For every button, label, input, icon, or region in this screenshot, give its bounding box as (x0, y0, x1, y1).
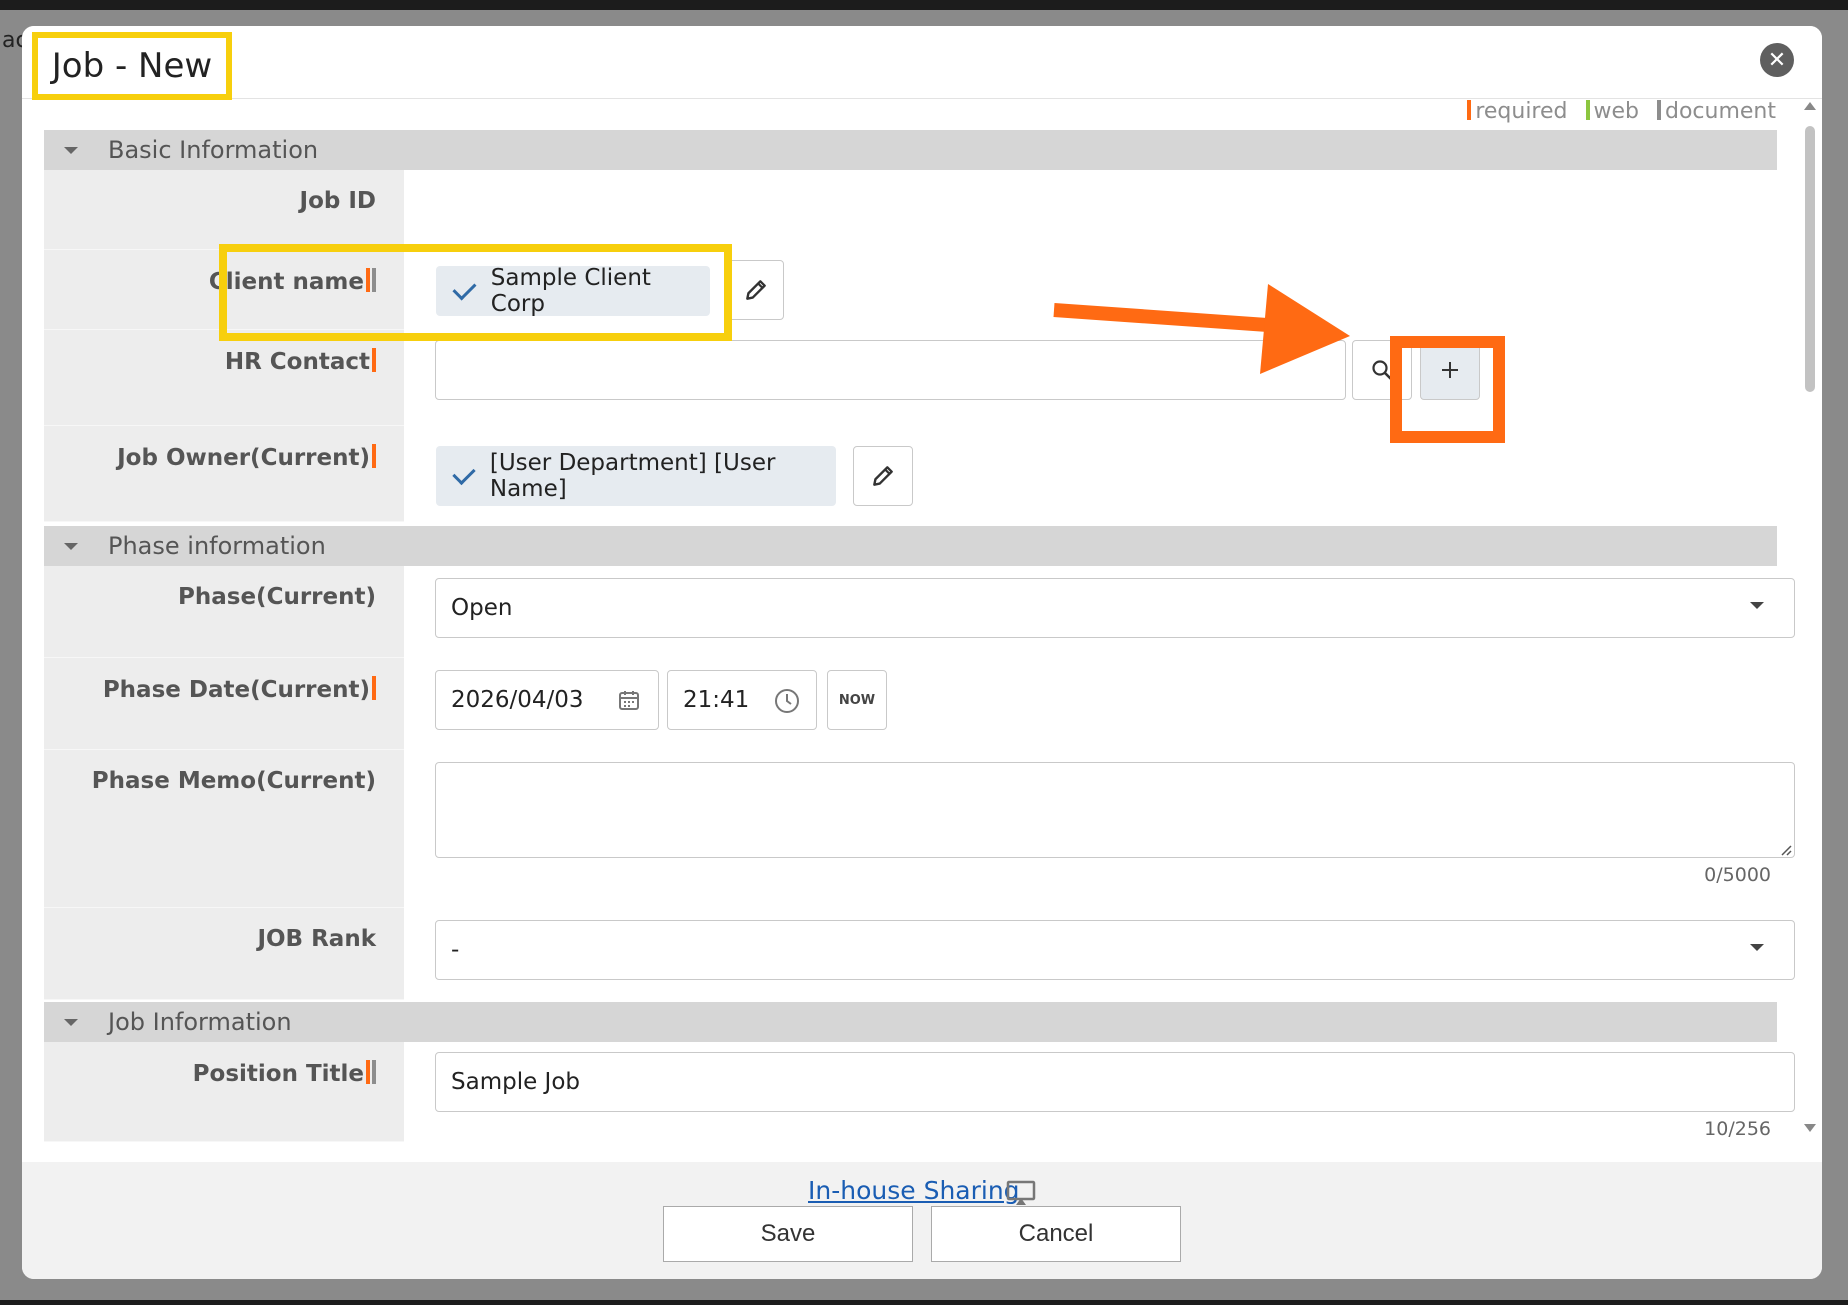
collapse-caret-icon (64, 146, 78, 154)
job-rank-label: JOB Rank (257, 926, 376, 952)
phase-time-value: 21:41 (683, 687, 750, 713)
position-title-counter: 10/256 (1704, 1118, 1771, 1140)
modal-header: Job - New ✕ (22, 26, 1822, 100)
required-marker (372, 676, 376, 700)
document-marker (372, 1060, 376, 1084)
collapse-caret-icon (64, 1018, 78, 1026)
job-rank-select[interactable]: - (435, 920, 1795, 980)
monitor-share-icon (1006, 1180, 1036, 1205)
vertical-scrollbar[interactable] (1802, 102, 1818, 1132)
client-name-highlight (219, 244, 732, 341)
chevron-down-icon (1750, 602, 1764, 609)
field-type-legend: required web document (1467, 99, 1776, 124)
scrollbar-thumb[interactable] (1805, 126, 1815, 392)
calendar-icon[interactable] (618, 689, 640, 711)
section-title: Job Information (108, 1008, 292, 1036)
phase-time-input[interactable]: 21:41 (667, 670, 817, 730)
phase-date-label: Phase Date(Current) (103, 676, 376, 703)
chevron-down-icon (1750, 944, 1764, 951)
phase-memo-counter: 0/5000 (1704, 864, 1771, 886)
hr-contact-label: HR Contact (225, 348, 376, 375)
label-cell: Job Owner(Current) (44, 426, 404, 522)
now-button[interactable]: NOW (827, 670, 887, 730)
row-phase-memo: Phase Memo(Current) 0/5000 (44, 750, 1795, 908)
check-icon (452, 461, 476, 485)
title-highlight: Job - New (32, 32, 232, 100)
close-button[interactable]: ✕ (1760, 43, 1794, 77)
row-phase: Phase(Current) Open (44, 566, 1795, 658)
row-job-rank: JOB Rank - (44, 908, 1795, 1000)
legend-document: document (1657, 99, 1776, 124)
phase-select[interactable]: Open (435, 578, 1795, 638)
phase-date-value: 2026/04/03 (451, 687, 584, 713)
row-job-id: Job ID (44, 170, 1777, 250)
job-rank-selected-value: - (451, 937, 460, 963)
save-button[interactable]: Save (663, 1206, 913, 1262)
label-cell: HR Contact (44, 330, 404, 426)
phase-memo-label: Phase Memo(Current) (91, 768, 376, 794)
row-job-owner: Job Owner(Current) [User Department] [Us… (44, 426, 1777, 522)
edit-client-button[interactable] (728, 260, 784, 320)
in-house-sharing-link[interactable]: In-house Sharing (808, 1176, 1020, 1205)
job-new-modal: Job - New ✕ Basic Information Job ID Cli… (22, 26, 1822, 1279)
job-id-label: Job ID (299, 188, 376, 214)
label-cell: Phase(Current) (44, 566, 404, 658)
section-phase-information[interactable]: Phase information (44, 526, 1777, 566)
job-owner-chip[interactable]: [User Department] [User Name] (436, 446, 836, 506)
close-icon: ✕ (1767, 47, 1787, 73)
collapse-caret-icon (64, 542, 78, 550)
label-cell: JOB Rank (44, 908, 404, 1000)
pencil-icon (873, 466, 893, 486)
section-job-information[interactable]: Job Information (44, 1002, 1777, 1042)
form-scroll-area[interactable]: Basic Information Job ID Client name Sam… (22, 98, 1822, 1162)
resize-handle-icon[interactable] (1780, 844, 1792, 856)
row-position-title: Position Title Sample Job 10/256 (44, 1042, 1795, 1142)
required-marker (372, 348, 376, 372)
row-phase-date: Phase Date(Current) 2026/04/03 21:41 NOW (44, 658, 1777, 750)
scroll-down-icon[interactable] (1804, 1124, 1816, 1132)
add-button-highlight (1390, 336, 1505, 443)
phase-memo-textarea[interactable] (435, 762, 1795, 858)
cancel-button[interactable]: Cancel (931, 1206, 1181, 1262)
legend-web: web (1585, 99, 1639, 124)
section-title: Phase information (108, 532, 326, 560)
modal-title: Job - New (51, 46, 213, 86)
label-cell: Job ID (44, 170, 404, 250)
job-owner-value: [User Department] [User Name] (489, 450, 776, 502)
label-cell: Phase Date(Current) (44, 658, 404, 750)
annotation-arrow (1053, 284, 1350, 374)
required-marker (366, 1060, 370, 1084)
edit-job-owner-button[interactable] (853, 446, 913, 506)
job-owner-label: Job Owner(Current) (117, 444, 376, 471)
phase-date-input[interactable]: 2026/04/03 (435, 670, 659, 730)
label-cell: Position Title (44, 1042, 404, 1142)
position-title-label: Position Title (193, 1060, 376, 1087)
row-hr-contact: HR Contact (44, 330, 1777, 426)
clock-icon[interactable] (774, 688, 800, 714)
phase-label: Phase(Current) (178, 584, 376, 610)
pencil-icon (746, 280, 766, 300)
section-basic-information[interactable]: Basic Information (44, 130, 1777, 170)
legend-required: required (1467, 99, 1568, 124)
position-title-input[interactable]: Sample Job (435, 1052, 1795, 1112)
label-cell: Phase Memo(Current) (44, 750, 404, 908)
required-marker (372, 444, 376, 468)
section-title: Basic Information (108, 136, 319, 164)
phase-selected-value: Open (451, 595, 513, 621)
scroll-up-icon[interactable] (1804, 102, 1816, 110)
